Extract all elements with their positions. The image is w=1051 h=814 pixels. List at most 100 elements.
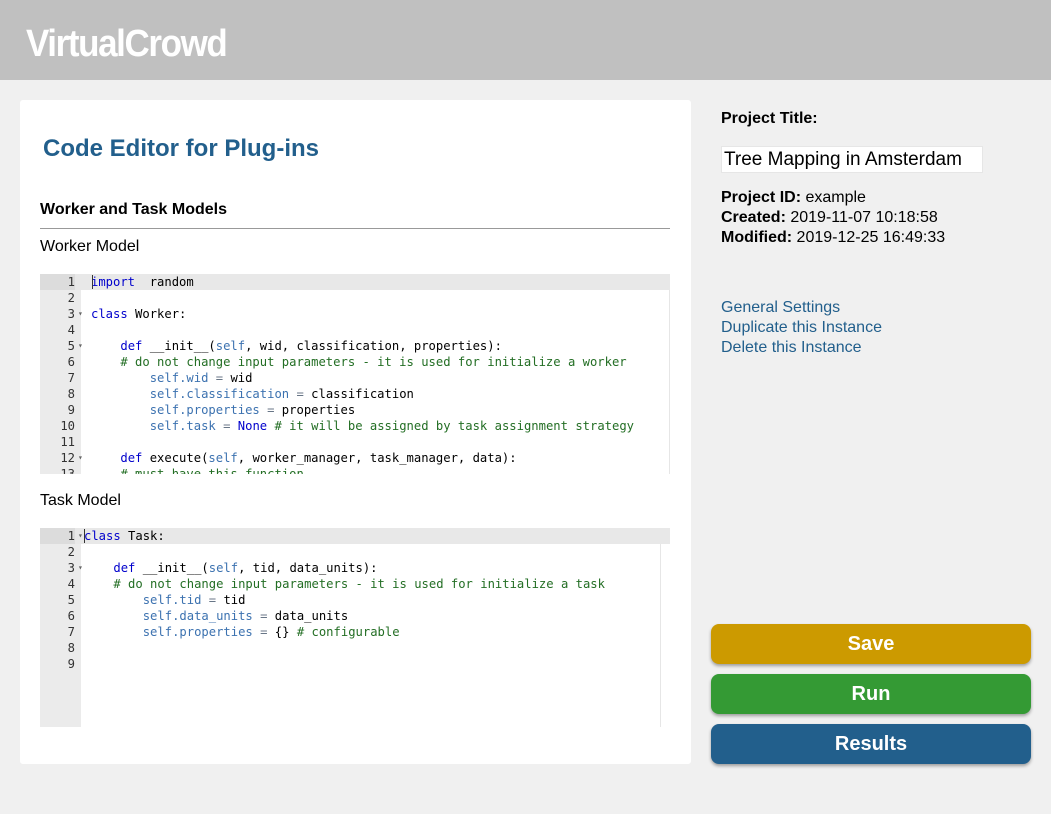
code-token: self (149, 403, 180, 417)
code-text: self.classification = classification (91, 386, 414, 402)
code-line[interactable]: 5 self.tid = tid (40, 592, 670, 608)
line-number: 6 (67, 609, 75, 623)
delete-instance-link[interactable]: Delete this Instance (721, 339, 862, 357)
code-text: self.tid = tid (84, 592, 246, 608)
code-text: self.task = None # it will be assigned b… (91, 418, 634, 434)
code-token: execute( (142, 451, 209, 465)
code-token: wid (223, 371, 253, 385)
code-token: # do not change input parameters - it is… (120, 355, 627, 369)
line-number: 4 (67, 323, 75, 337)
code-token: , worker_manager, task_manager, data): (237, 451, 517, 465)
code-token: class (84, 529, 121, 543)
code-token: # must have this function (120, 467, 304, 474)
text-cursor (92, 275, 93, 289)
code-line[interactable]: 9 (40, 656, 670, 672)
fold-arrow-icon[interactable]: ▾ (78, 528, 83, 544)
code-token: , tid, data_units): (238, 561, 378, 575)
code-token: .tid (172, 593, 202, 607)
line-number: 3 (67, 307, 75, 321)
line-number: 2 (67, 291, 75, 305)
code-line[interactable]: 7 self.wid = wid (40, 370, 670, 386)
results-button[interactable]: Results (711, 724, 1031, 764)
code-line[interactable]: 7 self.properties = {} # configurable (40, 624, 670, 640)
code-editor-panel: Code Editor for Plug-ins Worker and Task… (20, 100, 691, 764)
code-token: = (252, 625, 268, 639)
code-token: self (149, 387, 180, 401)
line-number: 12 (60, 451, 75, 465)
code-token: = (208, 371, 224, 385)
worker-model-code-editor[interactable]: 1 import random 2 3 ▾ class Worker: 4 5 ▾ def __… (40, 274, 670, 474)
save-button[interactable]: Save (711, 624, 1031, 664)
code-token: __init__( (142, 339, 216, 353)
code-line[interactable]: 5 ▾ def __init__(self, wid, classificatio… (40, 338, 670, 354)
code-line[interactable]: 10 self.task = None # it will be assigne… (40, 418, 670, 434)
code-line[interactable]: 8 (40, 640, 670, 656)
fold-arrow-icon[interactable]: ▾ (78, 450, 83, 466)
code-line[interactable]: 13 # must have this function (40, 466, 670, 474)
line-number: 2 (67, 545, 75, 559)
code-text: # do not change input parameters - it is… (91, 354, 627, 370)
code-line[interactable]: 4 # do not change input parameters - it … (40, 576, 670, 592)
project-id-row: Project ID: example (721, 189, 866, 207)
code-text: def execute(self, worker_manager, task_m… (91, 450, 517, 466)
code-token: self (142, 593, 173, 607)
code-line[interactable]: 2 (40, 544, 670, 560)
line-number: 7 (67, 625, 75, 639)
line-number: 11 (60, 435, 75, 449)
code-line[interactable]: 11 (40, 434, 670, 450)
page-title: Code Editor for Plug-ins (43, 135, 319, 162)
line-number: 8 (67, 387, 75, 401)
code-token: properties (274, 403, 356, 417)
code-token: self (142, 625, 173, 639)
brand-logo[interactable]: VirtualCrowd (26, 22, 228, 66)
code-text: class Task: (84, 528, 165, 544)
code-line[interactable]: 9 self.properties = properties (40, 402, 670, 418)
line-number: 7 (67, 371, 75, 385)
code-line[interactable]: 1 ▾ class Task: (40, 528, 670, 544)
code-line[interactable]: 3 ▾ class Worker: (40, 306, 670, 322)
code-line[interactable]: 12 ▾ def execute(self, worker_manager, ta… (40, 450, 670, 466)
code-text: # must have this function (91, 466, 304, 474)
modified-row: Modified: 2019-12-25 16:49:33 (721, 229, 945, 247)
code-token: # configurable (296, 625, 400, 639)
line-number: 9 (67, 403, 75, 417)
code-line[interactable]: 4 (40, 322, 670, 338)
task-model-code-editor[interactable]: 1 ▾ class Task: 2 3 ▾ def __init__(self, tid,… (40, 528, 670, 727)
duplicate-instance-link[interactable]: Duplicate this Instance (721, 319, 882, 337)
code-token: .data_units (172, 609, 253, 623)
code-token: = (215, 419, 231, 433)
fold-arrow-icon[interactable]: ▾ (78, 306, 83, 322)
line-number: 13 (60, 467, 75, 474)
code-token: # do not change input parameters - it is… (113, 577, 605, 591)
code-text: def __init__(self, tid, data_units): (84, 560, 378, 576)
code-line[interactable]: 1 import random (40, 274, 670, 290)
code-token: data_units (267, 609, 349, 623)
run-button[interactable]: Run (711, 674, 1031, 714)
code-token: def (113, 561, 136, 575)
code-token: .classification (179, 387, 290, 401)
project-title-input[interactable] (721, 146, 983, 173)
code-token: self (149, 371, 180, 385)
line-number: 8 (67, 641, 75, 655)
general-settings-link[interactable]: General Settings (721, 299, 840, 317)
code-line[interactable]: 6 # do not change input parameters - it … (40, 354, 670, 370)
code-token: self (208, 451, 238, 465)
code-line[interactable]: 2 (40, 290, 670, 306)
fold-arrow-icon[interactable]: ▾ (78, 338, 83, 354)
code-line[interactable]: 6 self.data_units = data_units (40, 608, 670, 624)
code-text: # do not change input parameters - it is… (84, 576, 605, 592)
code-text: self.data_units = data_units (84, 608, 348, 624)
worker-model-label: Worker Model (40, 238, 140, 255)
created-value: 2019-11-07 10:18:58 (785, 209, 938, 226)
fold-arrow-icon[interactable]: ▾ (78, 560, 83, 576)
code-line[interactable]: 8 self.classification = classification (40, 386, 670, 402)
code-line[interactable]: 3 ▾ def __init__(self, tid, data_units): (40, 560, 670, 576)
line-number: 10 (60, 419, 75, 433)
created-label: Created: (721, 209, 786, 226)
